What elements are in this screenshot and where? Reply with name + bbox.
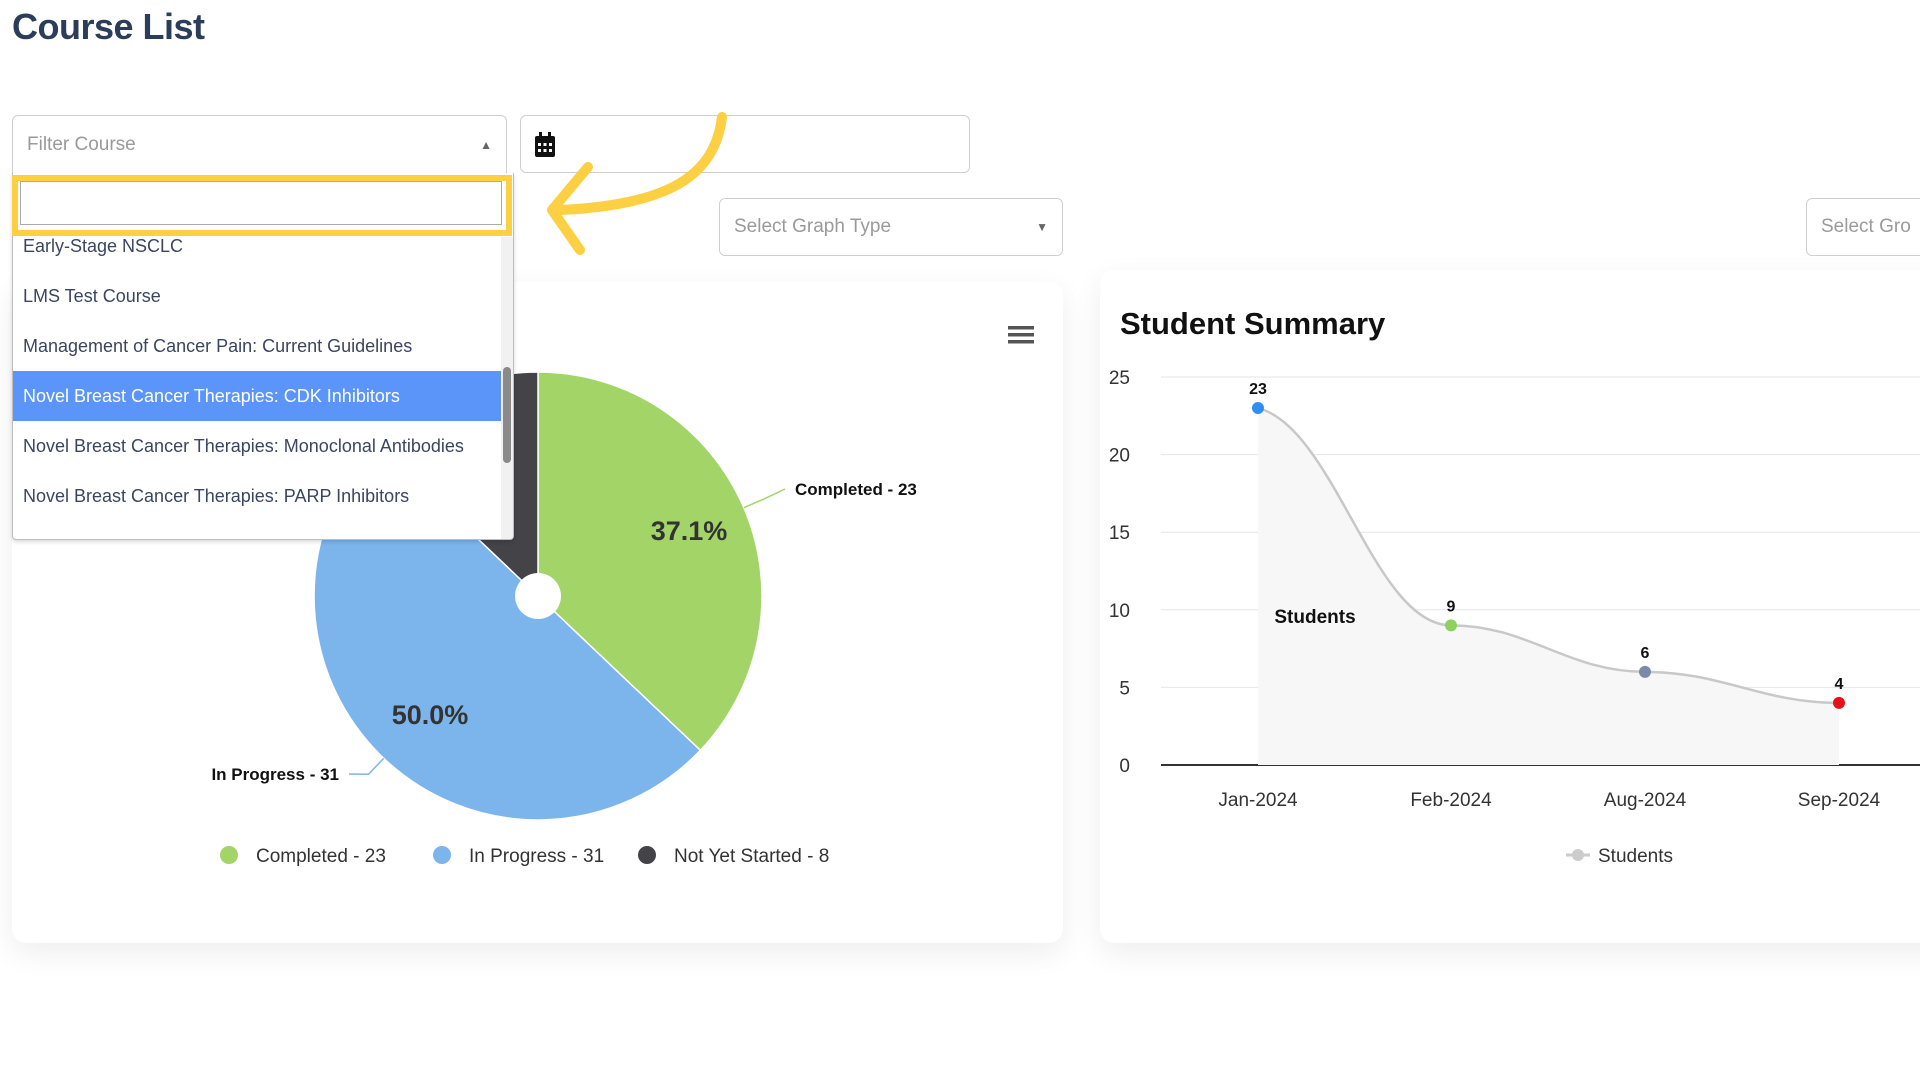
data-point xyxy=(1833,696,1845,709)
y-tick-label: 15 xyxy=(1109,523,1130,544)
x-tick-label: Feb-2024 xyxy=(1410,790,1492,811)
legend-marker xyxy=(1572,849,1584,861)
group-placeholder: Select Gro xyxy=(1821,216,1911,237)
course-option[interactable]: Novel Breast Cancer Therapies: PARP Inhi… xyxy=(13,471,501,521)
data-point xyxy=(1639,665,1651,678)
pie-data-label: In Progress - 31 xyxy=(211,765,339,784)
dropdown-scrollbar[interactable] xyxy=(501,237,513,539)
series-annotation: Students xyxy=(1274,607,1355,628)
y-tick-label: 25 xyxy=(1109,368,1130,389)
student-summary-chart: 0 5 10 15 20 25 23 Jan-2024 9 Feb-2024 6 Aug-2024 4 S… xyxy=(1109,368,1920,867)
pie-data-label: Completed - 23 xyxy=(795,480,917,499)
legend-marker xyxy=(433,846,451,864)
course-option[interactable]: LMS Test Course xyxy=(13,271,501,321)
scrollbar-thumb[interactable] xyxy=(503,367,511,463)
caret-up-icon: ▲ xyxy=(480,138,492,152)
course-options-list: Leveraging the Growing Arsenal of Adjuva… xyxy=(13,206,501,521)
legend-marker xyxy=(638,846,656,864)
student-summary-title: Student Summary xyxy=(1120,306,1386,341)
filter-course-select[interactable]: Filter Course ▲ xyxy=(12,115,507,175)
legend-item: Completed - 23 xyxy=(256,846,386,867)
graph-type-placeholder: Select Graph Type xyxy=(734,216,892,237)
data-point xyxy=(1445,619,1457,632)
annotation-arrow-icon xyxy=(547,112,727,255)
course-search-input[interactable] xyxy=(20,181,502,225)
legend-marker xyxy=(220,846,238,864)
group-select[interactable]: Select Gro xyxy=(1806,198,1920,256)
x-tick-label: Aug-2024 xyxy=(1604,790,1687,811)
course-option[interactable]: Management of Cancer Pain: Current Guide… xyxy=(13,321,501,371)
pie-label-connector xyxy=(743,488,786,509)
data-label: 4 xyxy=(1835,676,1844,693)
y-tick-label: 5 xyxy=(1119,678,1130,699)
course-dropdown-panel: Leveraging the Growing Arsenal of Adjuva… xyxy=(12,173,514,540)
x-tick-label: Jan-2024 xyxy=(1218,790,1298,811)
legend-item: In Progress - 31 xyxy=(469,846,604,867)
pie-percent-label: 50.0% xyxy=(392,700,469,730)
course-option-highlighted[interactable]: Novel Breast Cancer Therapies: CDK Inhib… xyxy=(13,371,501,421)
pie-label-connector xyxy=(348,757,385,776)
legend-item: Students xyxy=(1598,846,1673,867)
pie-center-hole xyxy=(515,573,561,619)
y-tick-label: 20 xyxy=(1109,446,1130,467)
y-tick-label: 10 xyxy=(1109,601,1130,622)
x-tick-label: Sep-2024 xyxy=(1798,790,1881,811)
legend-item: Not Yet Started - 8 xyxy=(674,846,829,867)
data-label: 23 xyxy=(1249,381,1267,398)
caret-down-icon: ▼ xyxy=(1036,220,1048,234)
graph-type-select[interactable]: Select Graph Type ▼ xyxy=(719,198,1063,256)
area-fill xyxy=(1258,408,1839,765)
data-label: 6 xyxy=(1641,645,1650,662)
filter-course-placeholder: Filter Course xyxy=(27,134,136,155)
pie-percent-label: 37.1% xyxy=(651,516,728,546)
data-label: 9 xyxy=(1447,598,1456,615)
data-point xyxy=(1252,402,1264,415)
page-title: Course List xyxy=(12,6,205,47)
course-option[interactable]: Novel Breast Cancer Therapies: Monoclona… xyxy=(13,421,501,471)
y-tick-label: 0 xyxy=(1119,756,1130,777)
